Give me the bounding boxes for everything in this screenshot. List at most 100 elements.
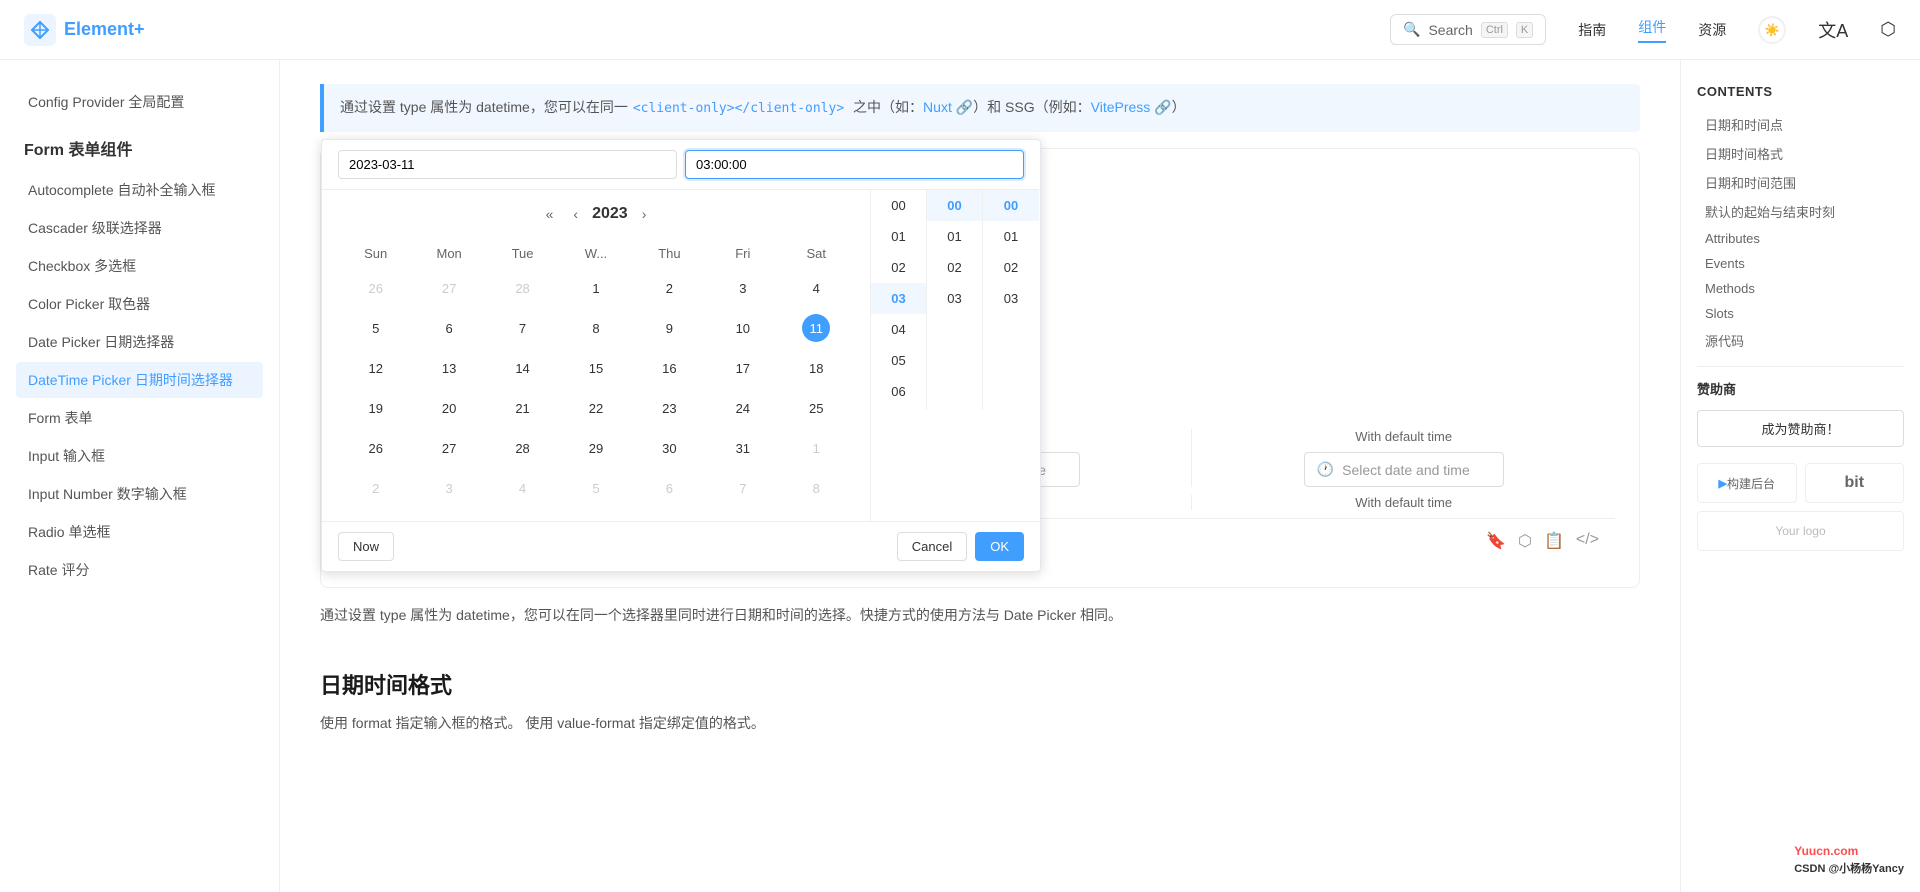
ok-button[interactable]: OK <box>975 532 1024 561</box>
calendar-cell[interactable]: 1 <box>560 269 631 307</box>
toc-item-5[interactable]: Events <box>1697 252 1904 275</box>
sponsor-logo-2[interactable]: bit <box>1805 463 1905 503</box>
second-item[interactable]: 01 <box>983 221 1039 252</box>
sidebar-item-form[interactable]: Form 表单 <box>16 400 263 436</box>
second-item[interactable]: 00 <box>983 190 1039 221</box>
calendar-cell[interactable]: 13 <box>413 349 484 387</box>
sidebar-item-inputnumber[interactable]: Input Number 数字输入框 <box>16 476 263 512</box>
calendar-cell[interactable]: 2 <box>634 269 705 307</box>
picker-date-input[interactable] <box>338 150 677 179</box>
hour-item[interactable]: 03 <box>871 283 926 314</box>
calendar-cell[interactable]: 26 <box>340 429 411 467</box>
sidebar-item-datetimepicker[interactable]: DateTime Picker 日期时间选择器 <box>16 362 263 398</box>
hour-item[interactable]: 00 <box>871 190 926 221</box>
toc-item-4[interactable]: Attributes <box>1697 227 1904 250</box>
minute-item[interactable]: 02 <box>927 252 982 283</box>
hour-item[interactable]: 05 <box>871 345 926 376</box>
nav-guide[interactable]: 指南 <box>1578 20 1606 40</box>
calendar-cell[interactable]: 19 <box>340 389 411 427</box>
calendar-cell[interactable]: 28 <box>487 269 558 307</box>
calendar-cell[interactable]: 12 <box>340 349 411 387</box>
theme-toggle[interactable]: ☀️ <box>1758 16 1786 44</box>
sidebar-item-cascader[interactable]: Cascader 级联选择器 <box>16 210 263 246</box>
calendar-cell[interactable]: 16 <box>634 349 705 387</box>
calendar-cell[interactable]: 28 <box>487 429 558 467</box>
calendar-cell[interactable]: 8 <box>560 309 631 347</box>
toc-item-8[interactable]: 源代码 <box>1697 327 1904 354</box>
bookmark-icon[interactable]: 🔖 <box>1486 531 1506 551</box>
sidebar-item-rate[interactable]: Rate 评分 <box>16 552 263 588</box>
sidebar-item-input[interactable]: Input 输入框 <box>16 438 263 474</box>
calendar-cell[interactable]: 5 <box>560 469 631 507</box>
sidebar-item-datepicker[interactable]: Date Picker 日期选择器 <box>16 324 263 360</box>
calendar-cell[interactable]: 1 <box>781 429 852 467</box>
second-item[interactable]: 02 <box>983 252 1039 283</box>
lang-icon[interactable]: 文A <box>1818 17 1848 43</box>
github-toolbar-icon[interactable]: ⬡ <box>1518 531 1532 551</box>
toc-item-2[interactable]: 日期和时间范围 <box>1697 169 1904 196</box>
next-month-btn[interactable]: › <box>636 202 653 226</box>
calendar-cell[interactable]: 3 <box>413 469 484 507</box>
toc-item-6[interactable]: Methods <box>1697 277 1904 300</box>
calendar-cell[interactable]: 4 <box>781 269 852 307</box>
search-button[interactable]: 🔍 Search Ctrl K <box>1390 14 1546 45</box>
calendar-cell[interactable]: 3 <box>707 269 778 307</box>
calendar-cell[interactable]: 29 <box>560 429 631 467</box>
github-icon[interactable]: ⬡ <box>1880 19 1896 40</box>
code-icon[interactable]: </> <box>1576 531 1599 551</box>
calendar-cell[interactable]: 14 <box>487 349 558 387</box>
calendar-cell[interactable]: 18 <box>781 349 852 387</box>
calendar-cell[interactable]: 10 <box>707 309 778 347</box>
toc-item-1[interactable]: 日期时间格式 <box>1697 140 1904 167</box>
calendar-cell[interactable]: 4 <box>487 469 558 507</box>
prev-prev-month-btn[interactable]: « <box>540 202 560 226</box>
cancel-button[interactable]: Cancel <box>897 532 967 561</box>
calendar-cell[interactable]: 22 <box>560 389 631 427</box>
calendar-cell[interactable]: 6 <box>634 469 705 507</box>
sponsor-logo-3[interactable]: Your logo <box>1697 511 1904 551</box>
datetime-input-3[interactable]: 🕐 Select date and time <box>1304 452 1504 487</box>
hour-item[interactable]: 01 <box>871 221 926 252</box>
calendar-cell[interactable]: 17 <box>707 349 778 387</box>
calendar-cell[interactable]: 7 <box>707 469 778 507</box>
calendar-cell[interactable]: 2 <box>340 469 411 507</box>
calendar-cell[interactable]: 9 <box>634 309 705 347</box>
calendar-cell[interactable]: 20 <box>413 389 484 427</box>
second-item[interactable]: 03 <box>983 283 1039 314</box>
minute-item[interactable]: 03 <box>927 283 982 314</box>
sidebar-item-checkbox[interactable]: Checkbox 多选框 <box>16 248 263 284</box>
toc-item-0[interactable]: 日期和时间点 <box>1697 111 1904 138</box>
sidebar-item-config[interactable]: Config Provider 全局配置 <box>16 84 263 120</box>
calendar-cell[interactable]: 27 <box>413 429 484 467</box>
hour-item[interactable]: 04 <box>871 314 926 345</box>
calendar-cell[interactable]: 15 <box>560 349 631 387</box>
calendar-cell[interactable]: 21 <box>487 389 558 427</box>
toc-item-3[interactable]: 默认的起始与结束时刻 <box>1697 198 1904 225</box>
sponsor-button[interactable]: 成为赞助商！ <box>1697 410 1904 447</box>
copy-icon[interactable]: 📋 <box>1544 531 1564 551</box>
calendar-cell[interactable]: 6 <box>413 309 484 347</box>
vitepress-link[interactable]: VitePress 🔗 <box>1091 99 1172 115</box>
minute-item[interactable]: 00 <box>927 190 982 221</box>
hour-item[interactable]: 02 <box>871 252 926 283</box>
sidebar-item-radio[interactable]: Radio 单选框 <box>16 514 263 550</box>
nav-components[interactable]: 组件 <box>1638 17 1666 43</box>
logo[interactable]: Element+ <box>24 14 145 46</box>
calendar-cell[interactable]: 7 <box>487 309 558 347</box>
calendar-cell[interactable]: 23 <box>634 389 705 427</box>
calendar-cell[interactable]: 31 <box>707 429 778 467</box>
calendar-cell[interactable]: 26 <box>340 269 411 307</box>
nuxt-link[interactable]: Nuxt 🔗 <box>923 99 973 115</box>
calendar-cell[interactable]: 27 <box>413 269 484 307</box>
sidebar-item-colorpicker[interactable]: Color Picker 取色器 <box>16 286 263 322</box>
minute-item[interactable]: 01 <box>927 221 982 252</box>
now-button[interactable]: Now <box>338 532 394 561</box>
hour-item[interactable]: 06 <box>871 376 926 407</box>
calendar-cell[interactable]: 25 <box>781 389 852 427</box>
calendar-cell[interactable]: 8 <box>781 469 852 507</box>
picker-time-input[interactable] <box>685 150 1024 179</box>
sidebar-item-autocomplete[interactable]: Autocomplete 自动补全输入框 <box>16 172 263 208</box>
nav-resources[interactable]: 资源 <box>1698 20 1726 40</box>
prev-month-btn[interactable]: ‹ <box>567 202 584 226</box>
toc-item-7[interactable]: Slots <box>1697 302 1904 325</box>
